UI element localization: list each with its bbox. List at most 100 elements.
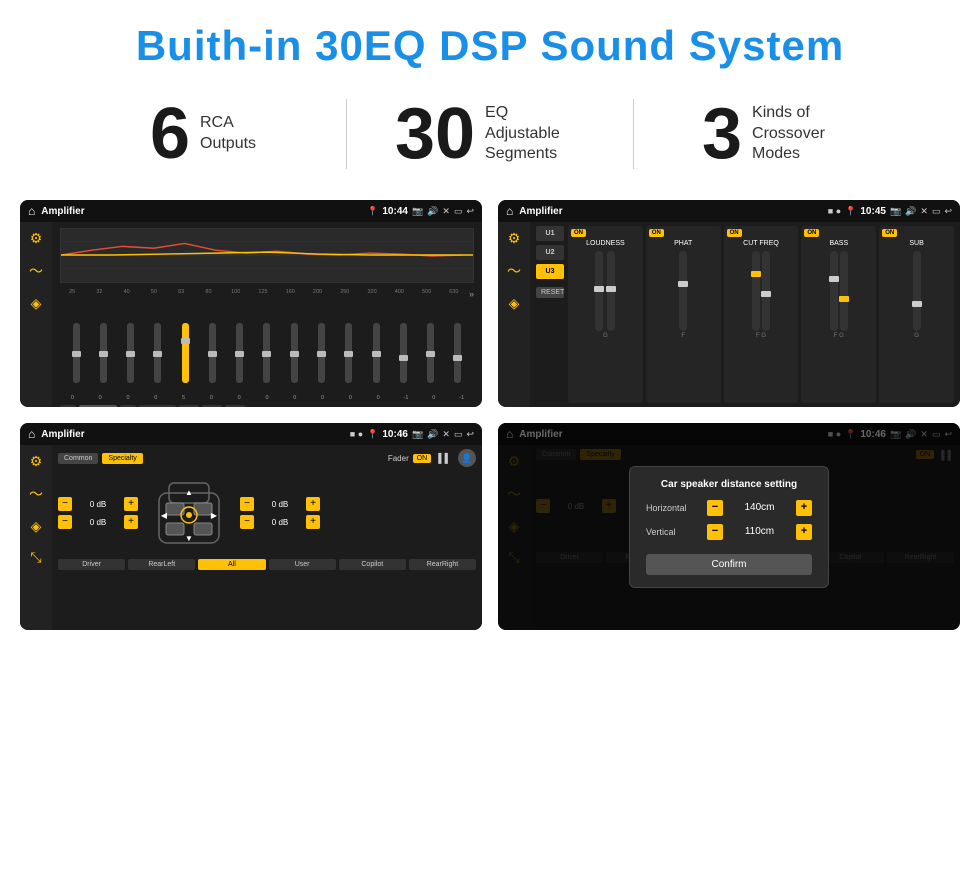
eq-slider-4[interactable] <box>173 323 197 393</box>
crossover-time: 10:45 <box>860 206 886 217</box>
fader-driver-btn[interactable]: Driver <box>58 559 125 570</box>
fader-left-controls: − 0 dB + − 0 dB + <box>58 497 138 529</box>
fader-close-icon[interactable]: ✕ <box>442 429 450 440</box>
eq-slider-8[interactable] <box>282 323 306 393</box>
fader-sidebar-tune-icon[interactable]: ⚙ <box>30 453 43 470</box>
eq-sidebar-wave-icon[interactable]: 〜 <box>29 261 43 281</box>
eq-slider-12[interactable] <box>391 323 415 393</box>
eq-u1-btn[interactable]: U1 <box>179 405 199 407</box>
vol-row-4: − 0 dB + <box>240 515 320 529</box>
crossover-u2-btn[interactable]: U2 <box>536 245 564 260</box>
eq-slider-5[interactable] <box>200 323 224 393</box>
eq-custom-btn[interactable]: Custom <box>79 405 117 407</box>
eq-scroll-arrows[interactable]: » <box>469 289 474 299</box>
eq-slider-2[interactable] <box>119 323 143 393</box>
fader-all-btn[interactable]: All <box>198 559 265 570</box>
fader-sidebar-expand-icon[interactable]: ⤡ <box>30 549 41 566</box>
eq-prev-btn[interactable]: ◀ <box>60 405 76 407</box>
eq-slider-3[interactable] <box>146 323 170 393</box>
fader-home-icon[interactable]: ⌂ <box>28 427 35 441</box>
modal-vertical-minus[interactable]: − <box>707 524 723 540</box>
loudness-on-badge[interactable]: ON <box>571 229 586 237</box>
fader-user-icon[interactable]: 👤 <box>458 449 476 467</box>
vol-val-1: 0 dB <box>75 500 121 509</box>
eq-slider-10[interactable] <box>337 323 361 393</box>
crossover-u1-btn[interactable]: U1 <box>536 226 564 241</box>
fader-on-badge[interactable]: ON <box>413 454 432 463</box>
modal-confirm-button[interactable]: Confirm <box>646 554 812 575</box>
eq-slider-0[interactable] <box>64 323 88 393</box>
screens-grid: ⌂ Amplifier 📍 10:44 📷 🔊 ✕ ▭ ↩ ⚙ 〜 ◈ <box>0 190 980 650</box>
cutfreq-on-badge[interactable]: ON <box>727 229 742 237</box>
eq-sliders[interactable] <box>60 303 474 393</box>
eq-slider-6[interactable] <box>228 323 252 393</box>
crossover-sidebar-wave-icon[interactable]: 〜 <box>507 261 521 281</box>
sub-on-badge[interactable]: ON <box>882 229 897 237</box>
eq-play-btn[interactable]: ▶ <box>120 405 136 407</box>
eq-slider-9[interactable] <box>309 323 333 393</box>
page-title: Buith-in 30EQ DSP Sound System <box>0 0 980 88</box>
stat-eq: 30 EQ AdjustableSegments <box>347 98 633 170</box>
eq-location-icon: 📍 <box>367 206 378 217</box>
eq-slider-1[interactable] <box>91 323 115 393</box>
eq-graph <box>60 228 474 283</box>
fader-minimize-icon[interactable]: ▭ <box>454 429 463 440</box>
fader-rearright-btn[interactable]: RearRight <box>409 559 476 570</box>
vol-minus-2[interactable]: − <box>58 515 72 529</box>
vol-plus-3[interactable]: + <box>306 497 320 511</box>
crossover-location-icon: 📍 <box>845 206 856 217</box>
eq-sidebar-speaker-icon[interactable]: ◈ <box>31 295 42 312</box>
eq-slider-13[interactable] <box>418 323 442 393</box>
eq-freq-400: 400 <box>387 289 411 299</box>
eq-reset-btn[interactable]: RESET <box>139 405 176 407</box>
crossover-sidebar-speaker-icon[interactable]: ◈ <box>509 295 520 312</box>
crossover-sub-module: ON SUB G <box>879 226 954 403</box>
crossover-status-icons: ■ ● 📍 10:45 📷 🔊 ✕ ▭ ↩ <box>828 206 952 217</box>
fader-common-btn[interactable]: Common <box>58 453 98 464</box>
distance-modal-box: Car speaker distance setting Horizontal … <box>629 466 829 588</box>
modal-horizontal-plus[interactable]: + <box>796 500 812 516</box>
distance-screen-card: ⌂ Amplifier ■ ● 📍 10:46 📷 🔊 ✕ ▭ ↩ ⚙ 〜 ◈ … <box>498 423 960 630</box>
fader-rearleft-btn[interactable]: RearLeft <box>128 559 195 570</box>
fader-sidebar-wave-icon[interactable]: 〜 <box>29 484 43 504</box>
crossover-close-icon[interactable]: ✕ <box>920 206 928 217</box>
svg-text:▶: ▶ <box>211 511 218 520</box>
eq-slider-14[interactable] <box>446 323 470 393</box>
eq-slider-7[interactable] <box>255 323 279 393</box>
modal-horizontal-minus[interactable]: − <box>707 500 723 516</box>
cutfreq-title: CUT FREQ <box>727 240 796 247</box>
eq-home-icon[interactable]: ⌂ <box>28 204 35 218</box>
eq-u2-btn[interactable]: U2 <box>202 405 222 407</box>
distance-modal-overlay: Car speaker distance setting Horizontal … <box>498 423 960 630</box>
eq-freq-40: 40 <box>115 289 139 299</box>
crossover-minimize-icon[interactable]: ▭ <box>932 206 941 217</box>
vol-plus-2[interactable]: + <box>124 515 138 529</box>
sub-title: SUB <box>882 240 951 247</box>
vol-plus-4[interactable]: + <box>306 515 320 529</box>
crossover-back-icon[interactable]: ↩ <box>944 206 952 217</box>
eq-slider-11[interactable] <box>364 323 388 393</box>
bass-on-badge[interactable]: ON <box>804 229 819 237</box>
fader-location-icon: 📍 <box>367 429 378 440</box>
eq-u3-btn[interactable]: U3 <box>225 405 245 407</box>
vol-plus-1[interactable]: + <box>124 497 138 511</box>
crossover-u3-btn[interactable]: U3 <box>536 264 564 279</box>
eq-back-icon[interactable]: ↩ <box>466 206 474 217</box>
vol-minus-3[interactable]: − <box>240 497 254 511</box>
fader-back-icon[interactable]: ↩ <box>466 429 474 440</box>
vol-minus-4[interactable]: − <box>240 515 254 529</box>
crossover-home-icon[interactable]: ⌂ <box>506 204 513 218</box>
eq-minimize-icon[interactable]: ▭ <box>454 206 463 217</box>
crossover-sidebar-tune-icon[interactable]: ⚙ <box>508 230 521 247</box>
eq-close-icon[interactable]: ✕ <box>442 206 450 217</box>
modal-vertical-plus[interactable]: + <box>796 524 812 540</box>
crossover-reset-btn[interactable]: RESET <box>536 287 564 298</box>
fader-sidebar-speaker-icon[interactable]: ◈ <box>31 518 42 535</box>
fader-user-pos-btn[interactable]: User <box>269 559 336 570</box>
phat-on-badge[interactable]: ON <box>649 229 664 237</box>
vol-row-3: − 0 dB + <box>240 497 320 511</box>
fader-specialty-btn[interactable]: Specialty <box>102 453 142 464</box>
vol-minus-1[interactable]: − <box>58 497 72 511</box>
fader-copilot-btn[interactable]: Copilot <box>339 559 406 570</box>
eq-sidebar-tune-icon[interactable]: ⚙ <box>30 230 43 247</box>
